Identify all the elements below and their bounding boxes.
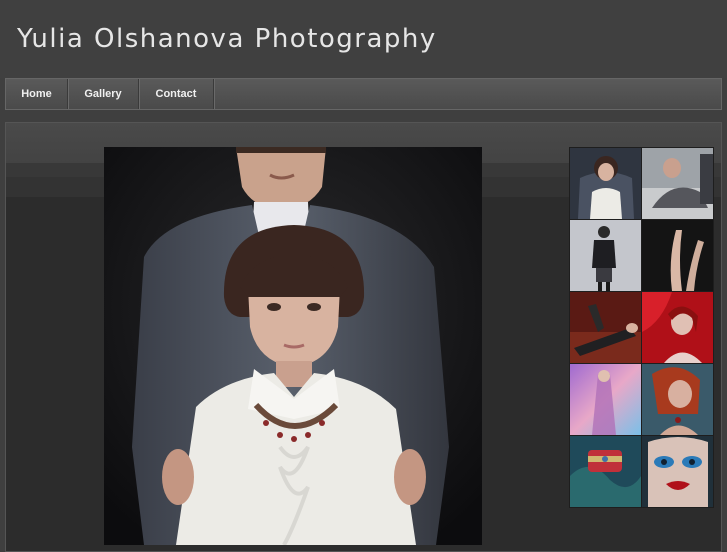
thumbnail-3[interactable]: [569, 219, 642, 292]
nav-item-contact[interactable]: Contact: [139, 79, 214, 109]
thumbnail-image: [570, 364, 641, 435]
site-header: Yulia Olshanova Photography: [0, 0, 727, 78]
thumbnail-image: [570, 148, 641, 219]
thumbnail-image: [642, 364, 713, 435]
thumbnail-6[interactable]: [641, 291, 714, 364]
thumbnail-5[interactable]: [569, 291, 642, 364]
thumbnail-1[interactable]: [569, 147, 642, 220]
main-photo-image: [104, 147, 482, 545]
thumbnail-image: [642, 436, 713, 507]
thumbnail-image: [642, 292, 713, 363]
thumbnail-image: [642, 148, 713, 219]
thumbnail-10[interactable]: [641, 435, 714, 508]
thumbnail-9[interactable]: [569, 435, 642, 508]
nav-item-gallery[interactable]: Gallery: [68, 79, 139, 109]
thumbnail-image: [570, 292, 641, 363]
thumbnail-2[interactable]: [641, 147, 714, 220]
thumbnail-4[interactable]: [641, 219, 714, 292]
site-title[interactable]: Yulia Olshanova Photography: [17, 24, 437, 54]
nav-item-home[interactable]: Home: [6, 79, 68, 109]
thumbnail-7[interactable]: [569, 363, 642, 436]
thumbnail-image: [570, 436, 641, 507]
main-photo[interactable]: [104, 147, 482, 545]
thumbnail-image: [570, 220, 641, 291]
thumbnail-8[interactable]: [641, 363, 714, 436]
thumbnail-image: [642, 220, 713, 291]
nav-bar: Home Gallery Contact: [5, 78, 722, 110]
